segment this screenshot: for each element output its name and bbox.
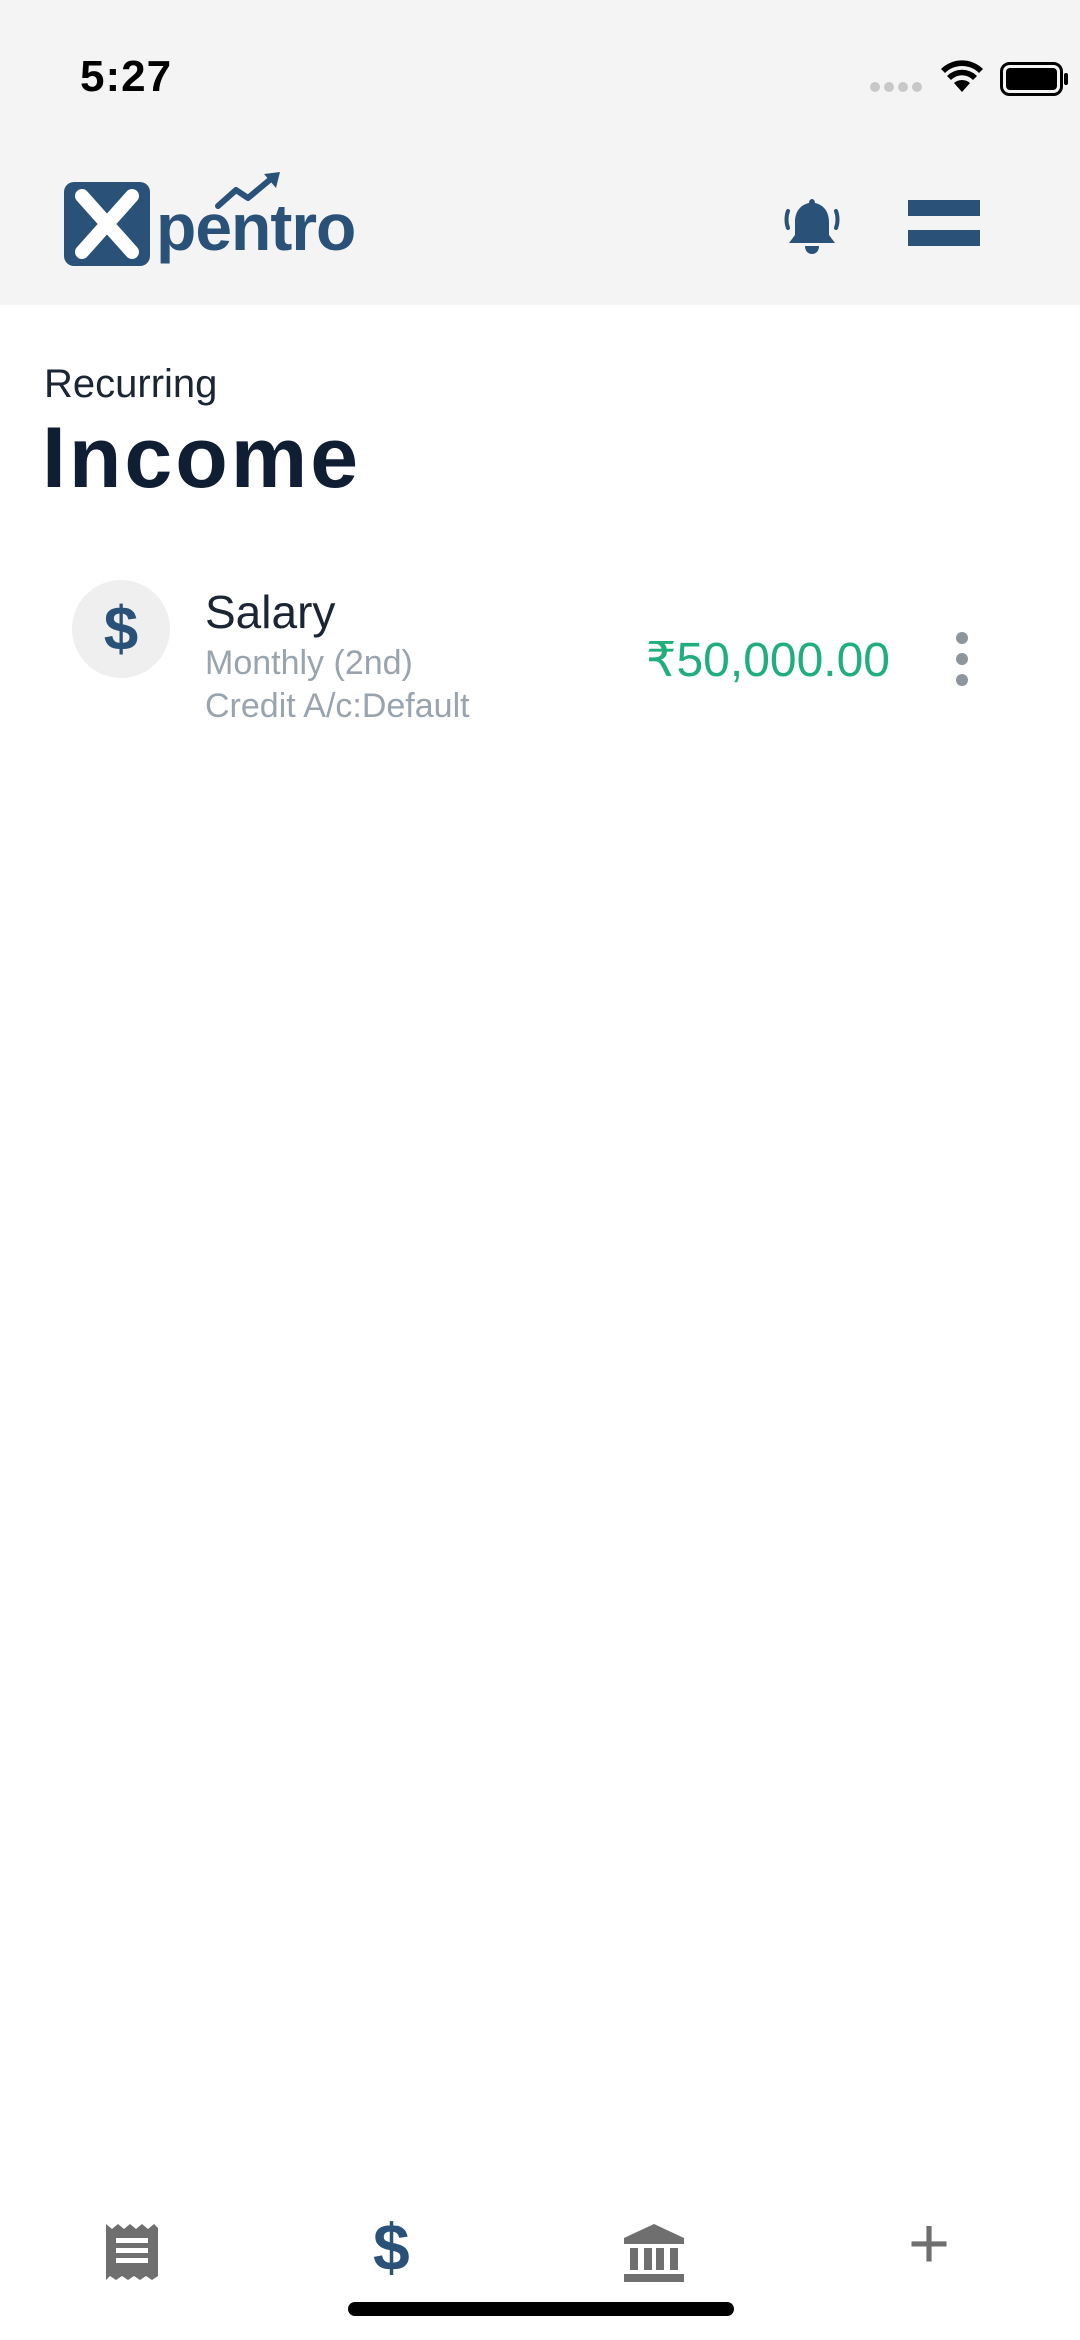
home-indicator[interactable] xyxy=(348,2302,734,2316)
page-subtitle: Recurring xyxy=(44,362,218,406)
status-bar: 5:27 xyxy=(0,0,1080,140)
logo-x-icon xyxy=(75,189,139,259)
bell-icon[interactable] xyxy=(782,195,842,257)
list-item[interactable]: $ Salary Monthly (2nd) Credit A/c:Defaul… xyxy=(0,580,1080,740)
tab-bank-icon[interactable] xyxy=(622,2222,686,2284)
app-header: pentro xyxy=(0,140,1080,305)
tab-plus-icon[interactable]: + xyxy=(908,2208,950,2280)
item-frequency: Monthly (2nd) xyxy=(205,644,413,682)
tab-receipt-icon[interactable] xyxy=(104,2222,160,2282)
wifi-icon xyxy=(941,60,983,92)
logo-mark xyxy=(64,182,150,266)
menu-icon[interactable] xyxy=(908,200,980,250)
item-name: Salary xyxy=(205,586,336,638)
status-time: 5:27 xyxy=(80,52,173,101)
more-options-icon[interactable] xyxy=(954,632,970,686)
battery-icon xyxy=(1000,62,1068,96)
item-amount: ₹50,000.00 xyxy=(645,634,890,687)
logo-text: pentro xyxy=(156,190,356,264)
page-title: Income xyxy=(42,410,362,506)
bottom-tab-bar: $ + xyxy=(0,2208,1080,2340)
cellular-signal-icon xyxy=(870,82,922,92)
dollar-icon: $ xyxy=(72,580,170,678)
tab-dollar-icon[interactable]: $ xyxy=(373,2214,410,2280)
item-account: Credit A/c:Default xyxy=(205,687,470,725)
